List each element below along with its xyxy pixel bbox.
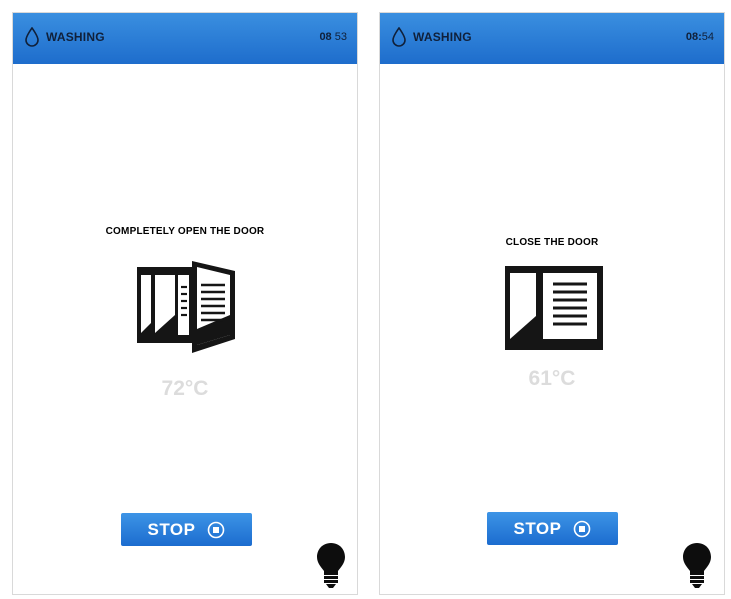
door-open-icon [137, 261, 235, 353]
lightbulb-icon[interactable] [681, 541, 713, 589]
stop-circle-icon [574, 520, 591, 537]
header-time: 08:54 [686, 31, 714, 43]
water-drop-icon [25, 27, 39, 47]
time-hours: 08 [685, 31, 699, 43]
stop-circle-icon [208, 521, 225, 538]
time-hours: 08 [319, 31, 332, 43]
stop-button-label: STOP [147, 519, 196, 539]
stop-button-label: STOP [513, 518, 562, 538]
stop-button[interactable]: STOP [121, 513, 252, 546]
lightbulb-icon[interactable] [315, 541, 347, 589]
time-minutes: 53 [334, 31, 347, 43]
header-title: WASHING [413, 30, 472, 44]
screen-open-door: WASHING 08 53 COMPLETELY OPEN THE DOOR 7… [12, 12, 358, 595]
time-minutes: 54 [701, 31, 714, 43]
door-closed-icon [505, 266, 603, 350]
screen-close-door: WASHING 08:54 CLOSE THE DOOR 61°C STOP [379, 12, 725, 595]
header-time: 08 53 [319, 31, 347, 43]
temperature-readout: 61°C [528, 367, 576, 390]
instruction-text: COMPLETELY OPEN THE DOOR [105, 226, 265, 237]
header-title: WASHING [46, 30, 105, 44]
stop-button[interactable]: STOP [487, 512, 618, 545]
temperature-readout: 72°C [161, 377, 209, 400]
water-drop-icon [392, 27, 406, 47]
instruction-text: CLOSE THE DOOR [505, 237, 599, 248]
header-bar: WASHING 08:54 [380, 13, 724, 64]
header-bar: WASHING 08 53 [13, 13, 357, 64]
